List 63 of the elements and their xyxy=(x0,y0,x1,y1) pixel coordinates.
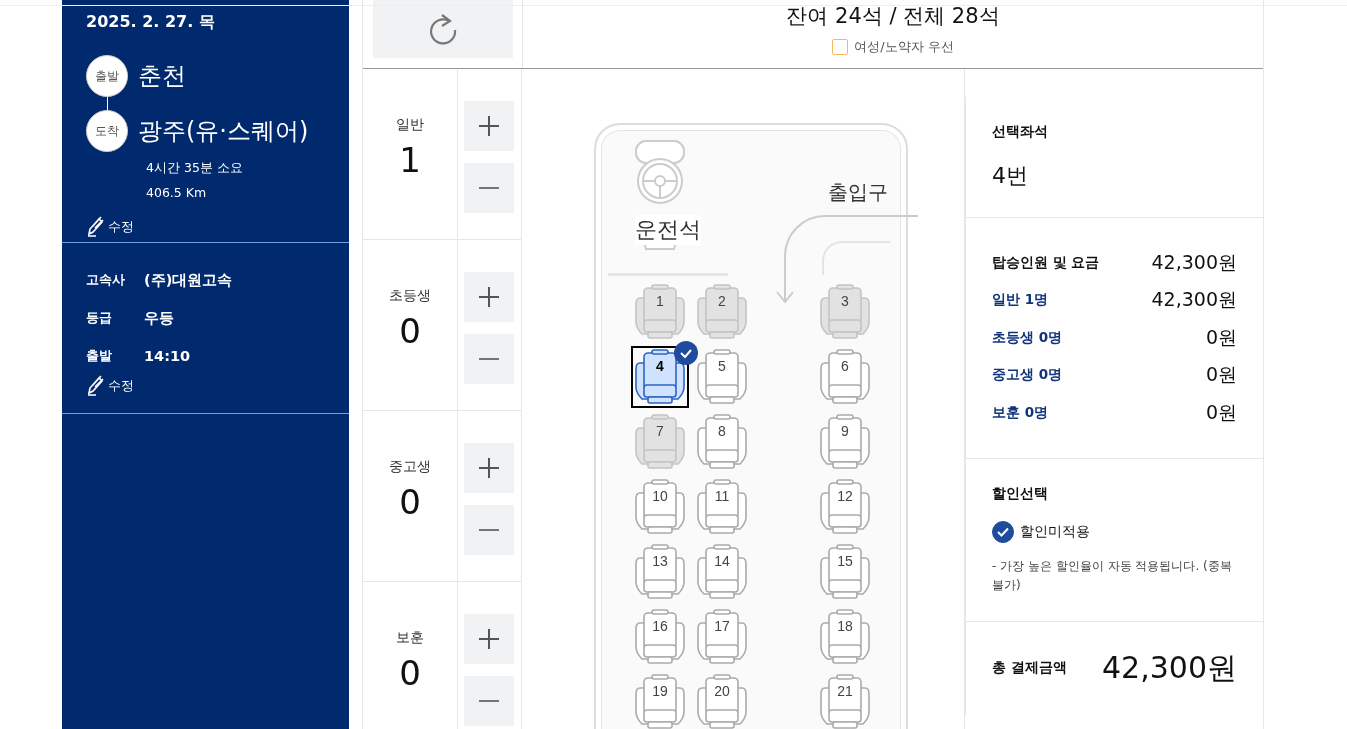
section-title: 탑승인원 및 요금 xyxy=(992,253,1100,272)
increase-button[interactable] xyxy=(464,101,514,151)
stop-name: 광주(유·스퀘어) xyxy=(138,116,309,147)
increase-button[interactable] xyxy=(464,272,514,322)
fare-label: 중고생 0명 xyxy=(992,366,1063,385)
fare-amount: 42,300원 xyxy=(1151,249,1237,275)
fare-label: 초등생 0명 xyxy=(992,328,1063,347)
fare-label: 일반 1명 xyxy=(992,291,1049,310)
discount-note: - 가장 높은 할인율이 자동 적용됩니다. (중복불가) xyxy=(992,557,1233,594)
minus-icon xyxy=(478,528,500,532)
total-label: 총 결제금액 xyxy=(992,659,1067,678)
total-amount: 42,300원 xyxy=(1102,648,1237,687)
seat-count-title: 잔여 24석 / 전체 28석 xyxy=(786,3,1000,30)
passenger-type: 초등생 xyxy=(389,287,431,305)
detail-value: (주)대원고속 xyxy=(144,270,233,290)
stop-badge: 출발 xyxy=(86,55,128,97)
passenger-type: 보훈 xyxy=(396,629,424,647)
check-badge-icon xyxy=(674,341,698,365)
minus-icon xyxy=(478,186,500,190)
passenger-type: 중고생 xyxy=(389,458,431,476)
fare-amount: 0원 xyxy=(1205,324,1237,350)
trip-duration: 4시간 35분 소요 xyxy=(146,160,244,177)
increase-button[interactable] xyxy=(464,614,514,664)
passenger-count: 0 xyxy=(399,311,421,351)
plus-icon xyxy=(478,457,500,479)
pencil-icon xyxy=(86,216,106,238)
fare-amount: 42,300원 xyxy=(1151,287,1237,313)
trip-date: 2025. 2. 27. 목 xyxy=(86,12,216,33)
passenger-type: 일반 xyxy=(396,116,424,134)
detail-value: 14:10 xyxy=(144,348,191,364)
fare-amount: 0원 xyxy=(1205,399,1237,425)
detail-label: 등급 xyxy=(86,309,113,327)
checkbox-label: 할인미적용 xyxy=(1020,522,1090,541)
fare-label: 보훈 0명 xyxy=(992,403,1049,422)
increase-button[interactable] xyxy=(464,443,514,493)
stop-badge: 도착 xyxy=(86,110,128,152)
pencil-icon xyxy=(86,375,106,397)
selected-seat-value: 4번 xyxy=(992,162,1029,190)
entrance-label: 출입구 xyxy=(828,179,888,206)
checkbox-label: 여성/노약자 우선 xyxy=(854,38,954,56)
detail-label: 고속사 xyxy=(86,271,126,289)
checkbox[interactable] xyxy=(992,520,1014,543)
plus-icon xyxy=(478,286,500,308)
section-title: 선택좌석 xyxy=(992,123,1049,141)
passenger-count: 1 xyxy=(399,140,421,180)
minus-icon xyxy=(478,357,500,361)
refresh-button[interactable] xyxy=(373,0,513,58)
checkbox[interactable] xyxy=(832,39,849,55)
fare-amount: 0원 xyxy=(1205,362,1237,388)
edit-link[interactable]: 수정 xyxy=(86,216,134,238)
detail-label: 출발 xyxy=(86,347,113,365)
passenger-count: 0 xyxy=(399,653,421,693)
detail-value: 우등 xyxy=(144,308,174,328)
section-title: 할인선택 xyxy=(992,484,1049,503)
stop-name: 춘천 xyxy=(138,61,186,92)
plus-icon xyxy=(478,628,500,650)
entrance-arrow-icon xyxy=(775,214,920,304)
refresh-icon xyxy=(427,12,459,46)
passenger-count: 0 xyxy=(399,482,421,522)
plus-icon xyxy=(478,115,500,137)
edit-link[interactable]: 수정 xyxy=(86,375,134,397)
minus-icon xyxy=(478,699,500,703)
trip-distance: 406.5 Km xyxy=(146,185,208,200)
